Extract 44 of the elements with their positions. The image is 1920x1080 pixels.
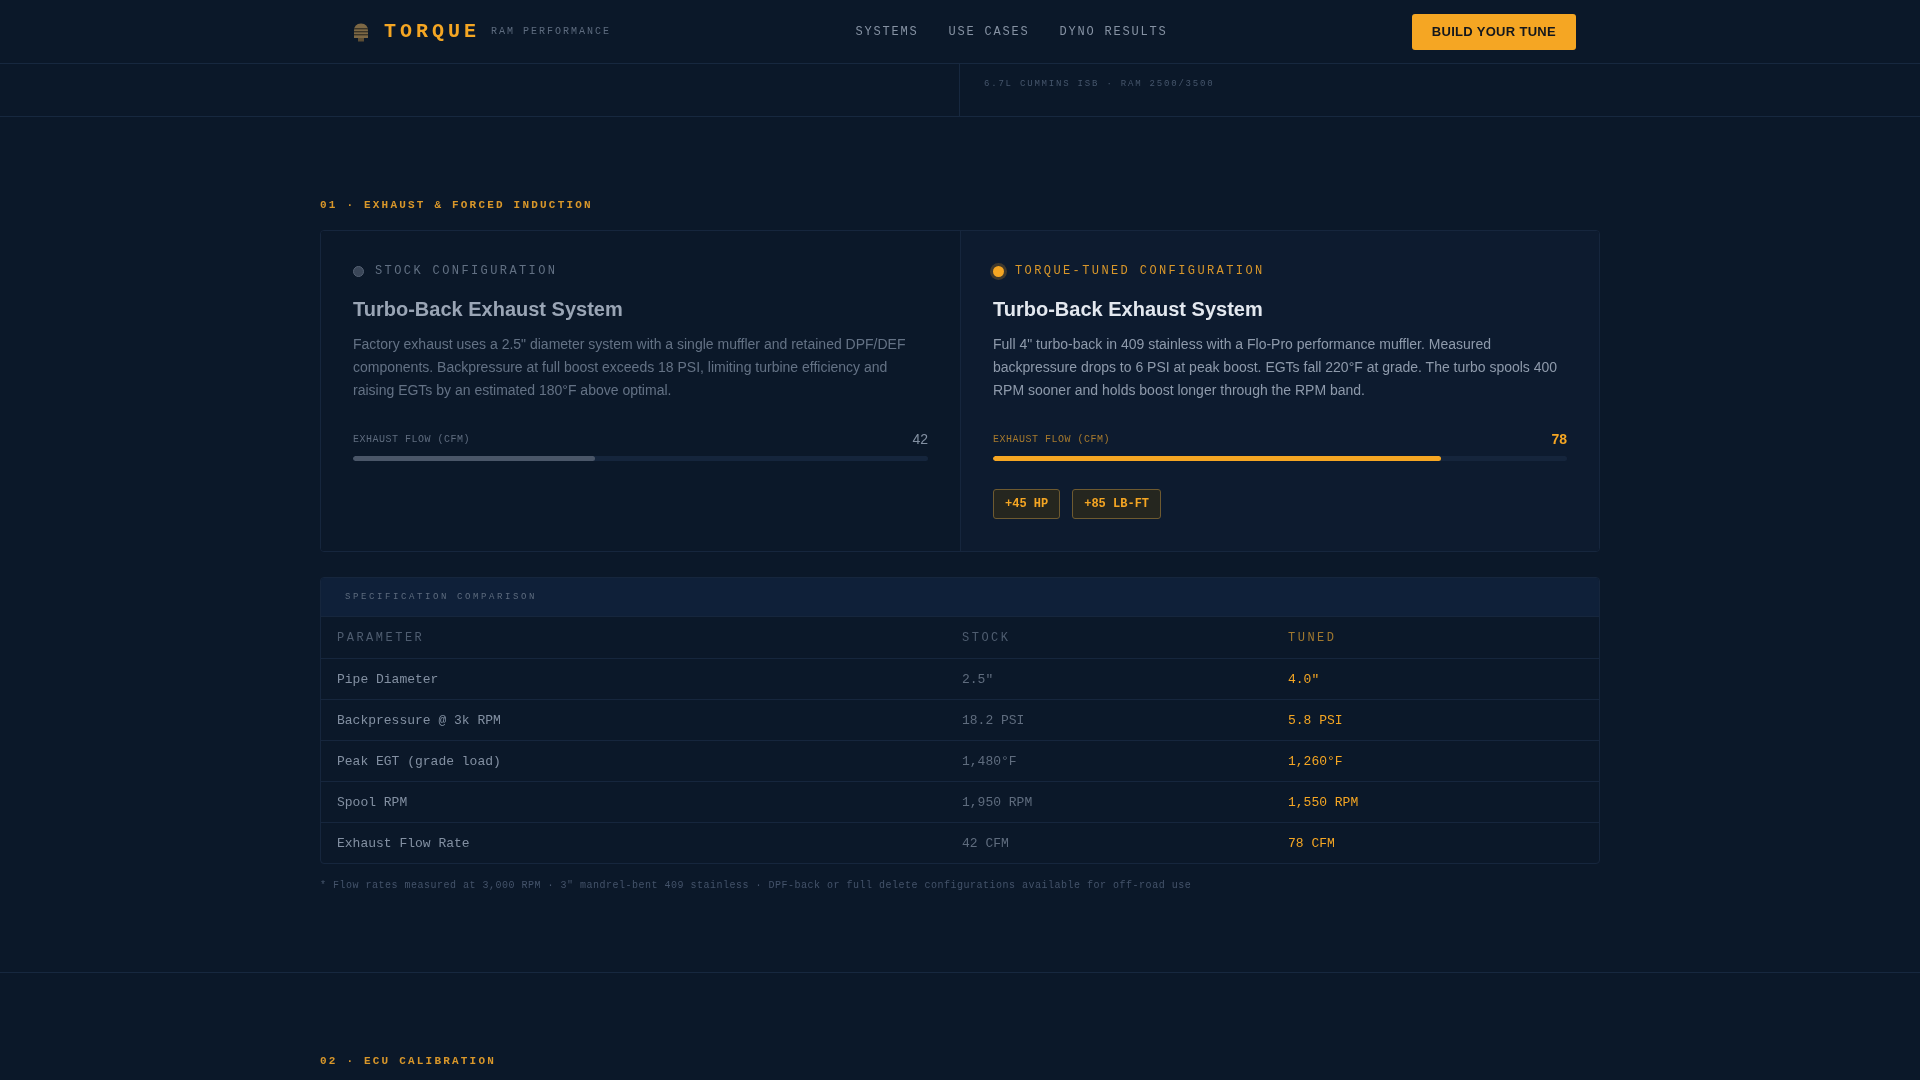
metric-label: EXHAUST FLOW (CFM) xyxy=(993,433,1111,445)
config-title: Turbo-Back Exhaust System xyxy=(993,297,1264,322)
table-cell: 1,950 RPM xyxy=(962,794,1033,810)
section-label: 01 · EXHAUST & FORCED INDUCTION xyxy=(320,198,593,212)
table-cell: 42 CFM xyxy=(962,835,1009,851)
table-title: SPECIFICATION COMPARISON xyxy=(321,578,1599,617)
table-cell: 4.0" xyxy=(1288,671,1320,687)
table-cell: Spool RPM xyxy=(337,794,408,810)
column-header: TUNED xyxy=(1288,630,1337,645)
config-label: STOCK CONFIGURATION xyxy=(375,264,558,278)
status-dot-icon xyxy=(353,265,364,277)
config-description: Factory exhaust uses a 2.5" diameter system with a single muffler and retained DPF/DEF components. Backpressure at full boost exceeds 18 PSI, limiting turbine efficiency and raising EGTs by an estimated 180°F above optimal. xyxy=(353,335,907,400)
status-dot-icon xyxy=(993,265,1004,277)
nav-link[interactable]: SYSTEMS xyxy=(855,24,919,39)
table-cell: Peak EGT (grade load) xyxy=(337,753,501,769)
metric-value: 78 xyxy=(1551,431,1567,447)
config-title: Turbo-Back Exhaust System xyxy=(353,297,624,322)
table-cell: 78 CFM xyxy=(1288,835,1335,851)
gain-badge: +45 HP xyxy=(993,489,1061,519)
metric-label: EXHAUST FLOW (CFM) xyxy=(353,433,471,445)
config-label: TORQUE-TUNED CONFIGURATION xyxy=(1015,264,1265,278)
metric-value: 42 xyxy=(912,431,928,447)
table-cell: 1,550 RPM xyxy=(1288,794,1359,810)
footnote: * Flow rates measured at 3,000 RPM · 3" mandrel-bent 409 stainless · DPF-back or full delete configurations available for off-road use xyxy=(320,880,1192,892)
table-cell: 1,480°F xyxy=(962,753,1017,769)
section-label: 02 · ECU CALIBRATION xyxy=(320,1054,497,1068)
config-description: Full 4" turbo-back in 409 stainless with a Flo-Pro performance muffler. Measured backpressure drops to 6 PSI at peak boost. EGTs fall 220°F at grade. The turbo spools 400 RPM sooner and holds boost longer through the RPM band. xyxy=(993,335,1559,400)
column-header: STOCK xyxy=(962,630,1011,645)
nav-link[interactable]: DYNO RESULTS xyxy=(1059,24,1168,39)
brand-name: TORQUE xyxy=(384,20,480,43)
brand-tagline: RAM PERFORMANCE xyxy=(491,26,612,37)
nav-link[interactable]: USE CASES xyxy=(948,24,1030,39)
table-cell: 18.2 PSI xyxy=(962,712,1025,728)
table-cell: 1,260°F xyxy=(1288,753,1343,769)
table-cell: Backpressure @ 3k RPM xyxy=(337,712,501,728)
gain-badge: +85 LB-FT xyxy=(1072,489,1162,519)
column-header: PARAMETER xyxy=(337,630,425,645)
cta-button[interactable]: BUILD YOUR TUNE xyxy=(1411,13,1576,50)
table-cell: 2.5" xyxy=(962,671,994,687)
table-cell: 5.8 PSI xyxy=(1288,712,1343,728)
piston-icon xyxy=(352,21,370,42)
table-cell: Pipe Diameter xyxy=(337,671,439,687)
vehicle-caption: 6.7L CUMMINS ISB · RAM 2500/3500 xyxy=(984,79,1215,89)
table-cell: Exhaust Flow Rate xyxy=(337,835,470,851)
